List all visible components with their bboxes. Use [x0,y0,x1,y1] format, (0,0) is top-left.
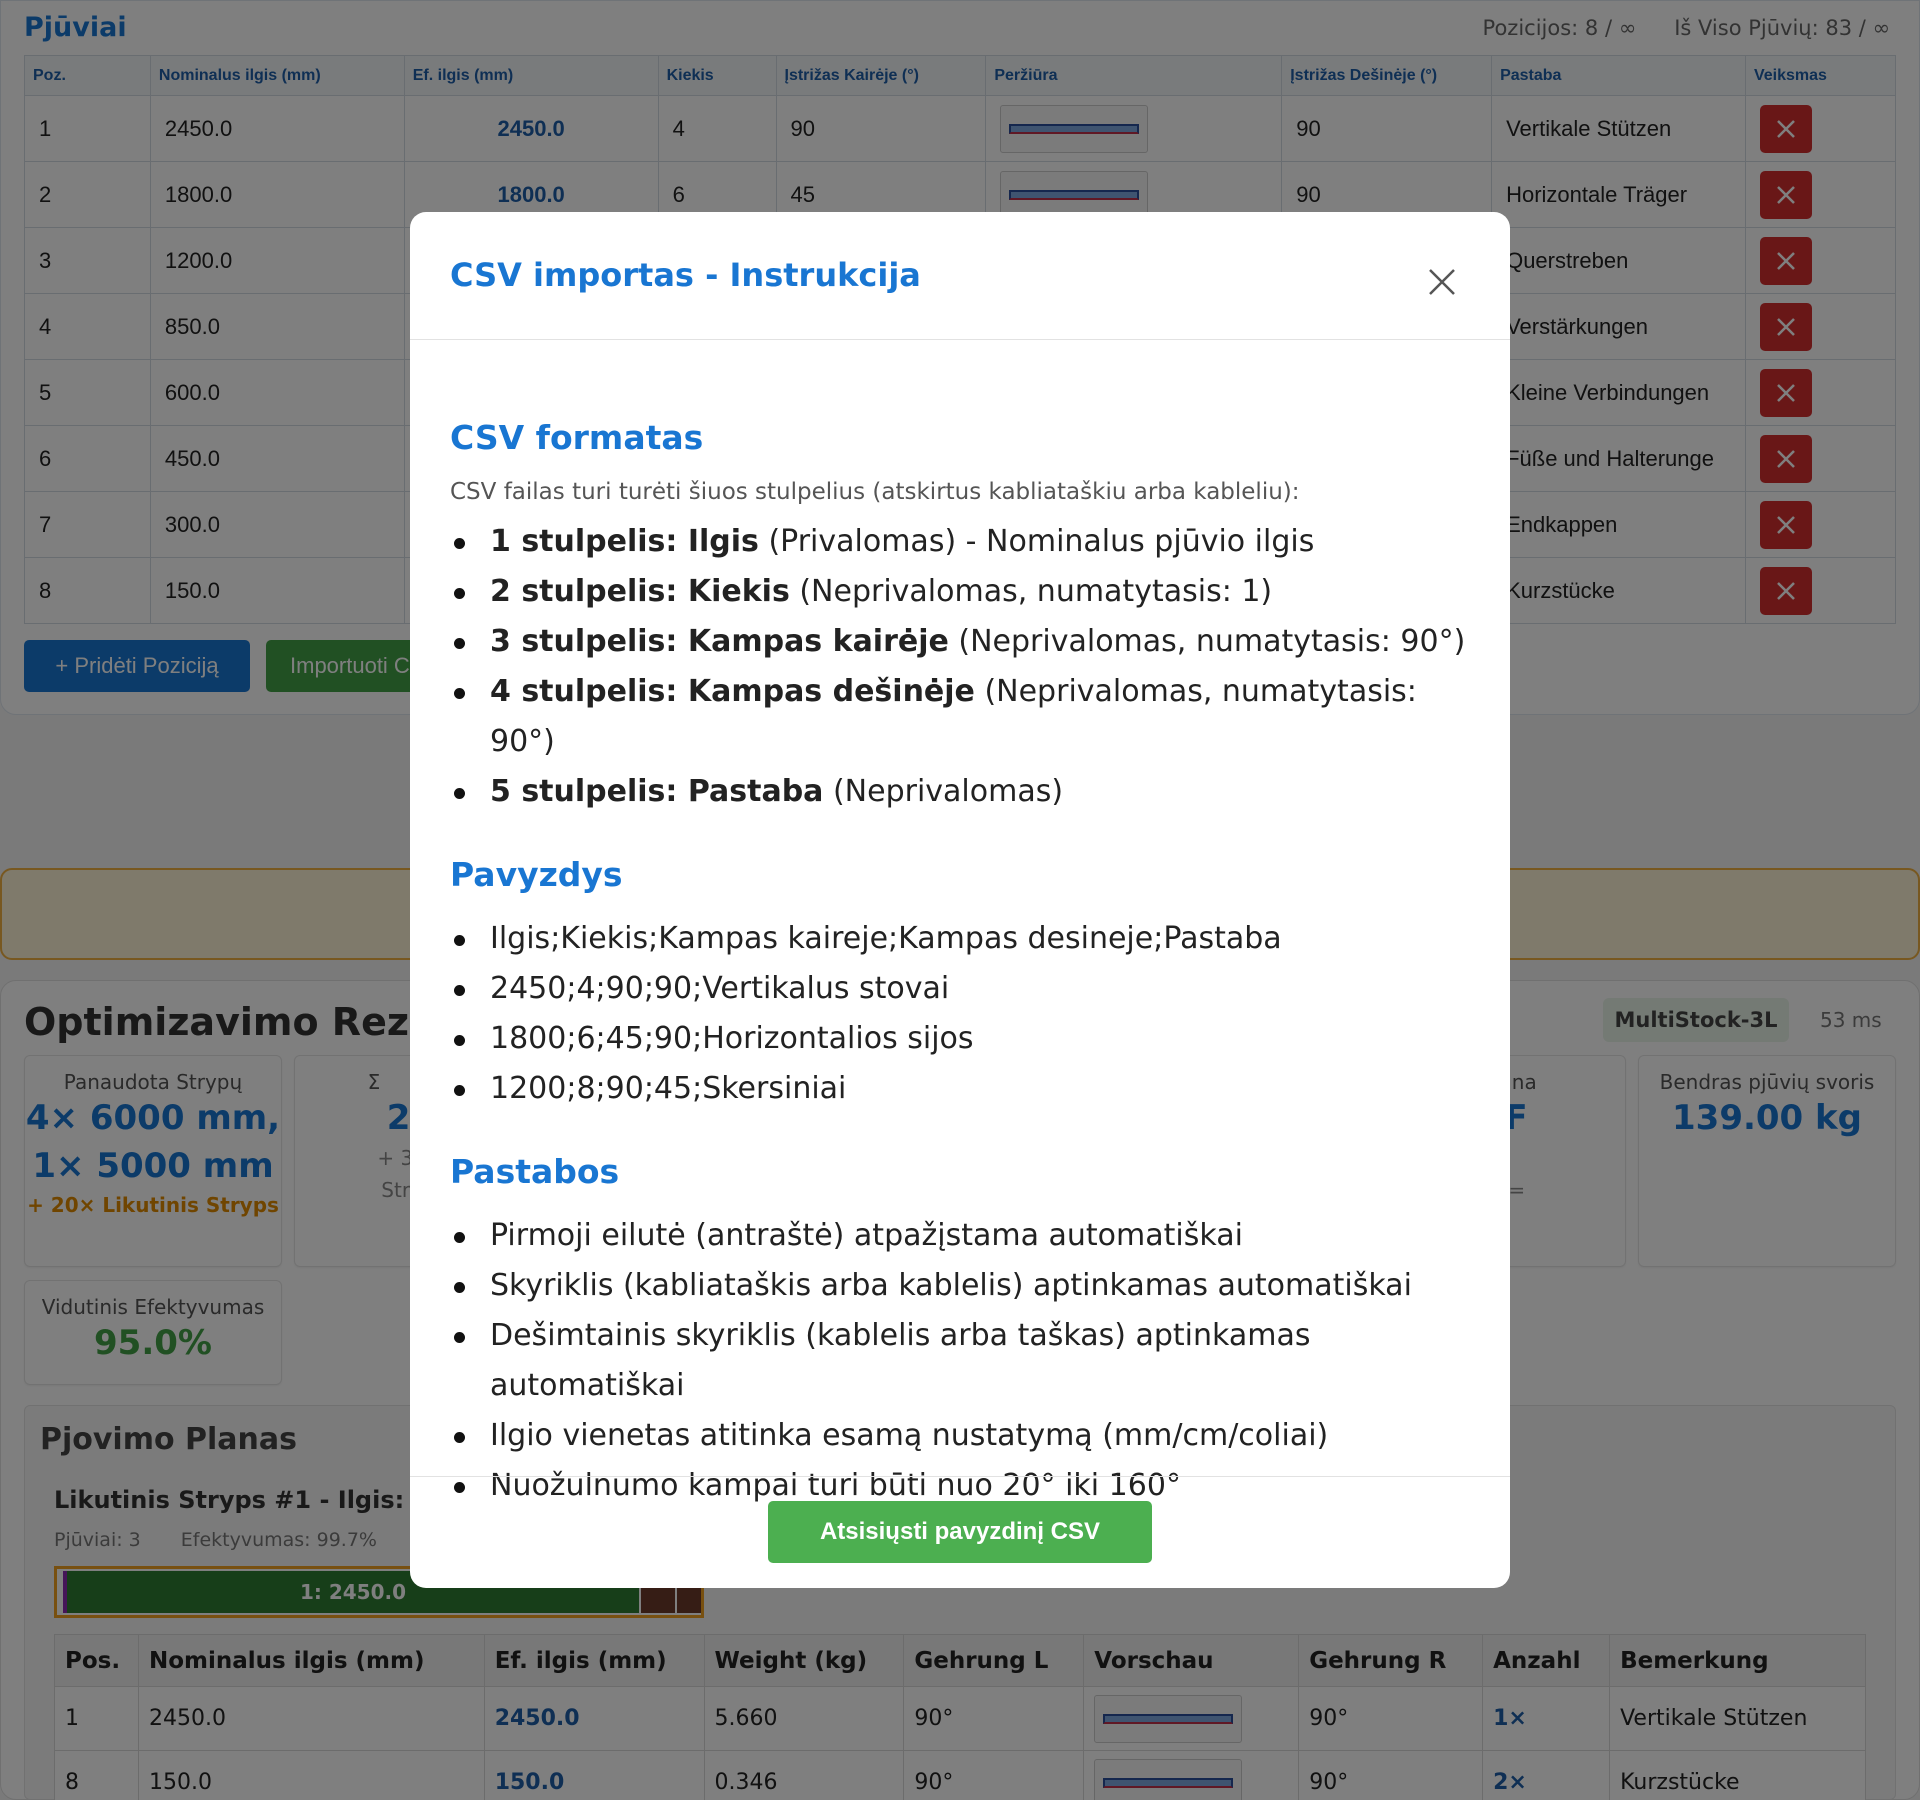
list-item: Dešimtainis skyriklis (kablelis arba taš… [450,1311,1470,1411]
list-item: Ilgio vienetas atitinka esamą nustatymą … [450,1411,1470,1461]
section-title: Pastabos [450,1152,620,1191]
modal-header: CSV importas - Instrukcija [410,212,1510,340]
csv-instructions-modal: CSV importas - Instrukcija CSV formatas … [410,212,1510,1588]
list-item: Pirmoji eilutė (antraštė) atpažįstama au… [450,1211,1470,1261]
app-page: Pjūviai Pozicijos: 8 / ∞ Iš Viso Pjūvių:… [0,0,1920,1800]
example-list: Ilgis;Kiekis;Kampas kaireje;Kampas desin… [450,914,1470,1114]
list-item: 1 stulpelis: Ilgis (Privalomas) - Nomina… [450,517,1470,567]
close-icon[interactable] [1420,260,1464,304]
list-item: Ilgis;Kiekis;Kampas kaireje;Kampas desin… [450,914,1470,964]
format-intro: CSV failas turi turėti šiuos stulpelius … [450,479,1300,505]
list-item: Skyriklis (kabliataškis arba kablelis) a… [450,1261,1470,1311]
section-title: CSV formatas [450,418,704,457]
list-item: 1200;8;90;45;Skersiniai [450,1064,1470,1114]
section-title: Pavyzdys [450,855,623,894]
notes-list: Pirmoji eilutė (antraštė) atpažįstama au… [450,1211,1470,1511]
list-item: 1800;6;45;90;Horizontalios sijos [450,1014,1470,1064]
list-item: 2 stulpelis: Kiekis (Neprivalomas, numat… [450,567,1470,617]
download-sample-csv-button[interactable]: Atsisiųsti pavyzdinį CSV [768,1501,1152,1563]
list-item: 3 stulpelis: Kampas kairėje (Neprivaloma… [450,617,1470,667]
list-item: 5 stulpelis: Pastaba (Neprivalomas) [450,767,1470,817]
modal-body: CSV formatas CSV failas turi turėti šiuo… [450,340,1470,1511]
list-item: 2450;4;90;90;Vertikalus stovai [450,964,1470,1014]
column-list: 1 stulpelis: Ilgis (Privalomas) - Nomina… [450,517,1470,817]
list-item: 4 stulpelis: Kampas dešinėje (Neprivalom… [450,667,1470,767]
modal-footer: Atsisiųsti pavyzdinį CSV [410,1476,1510,1588]
modal-title: CSV importas - Instrukcija [450,256,921,294]
